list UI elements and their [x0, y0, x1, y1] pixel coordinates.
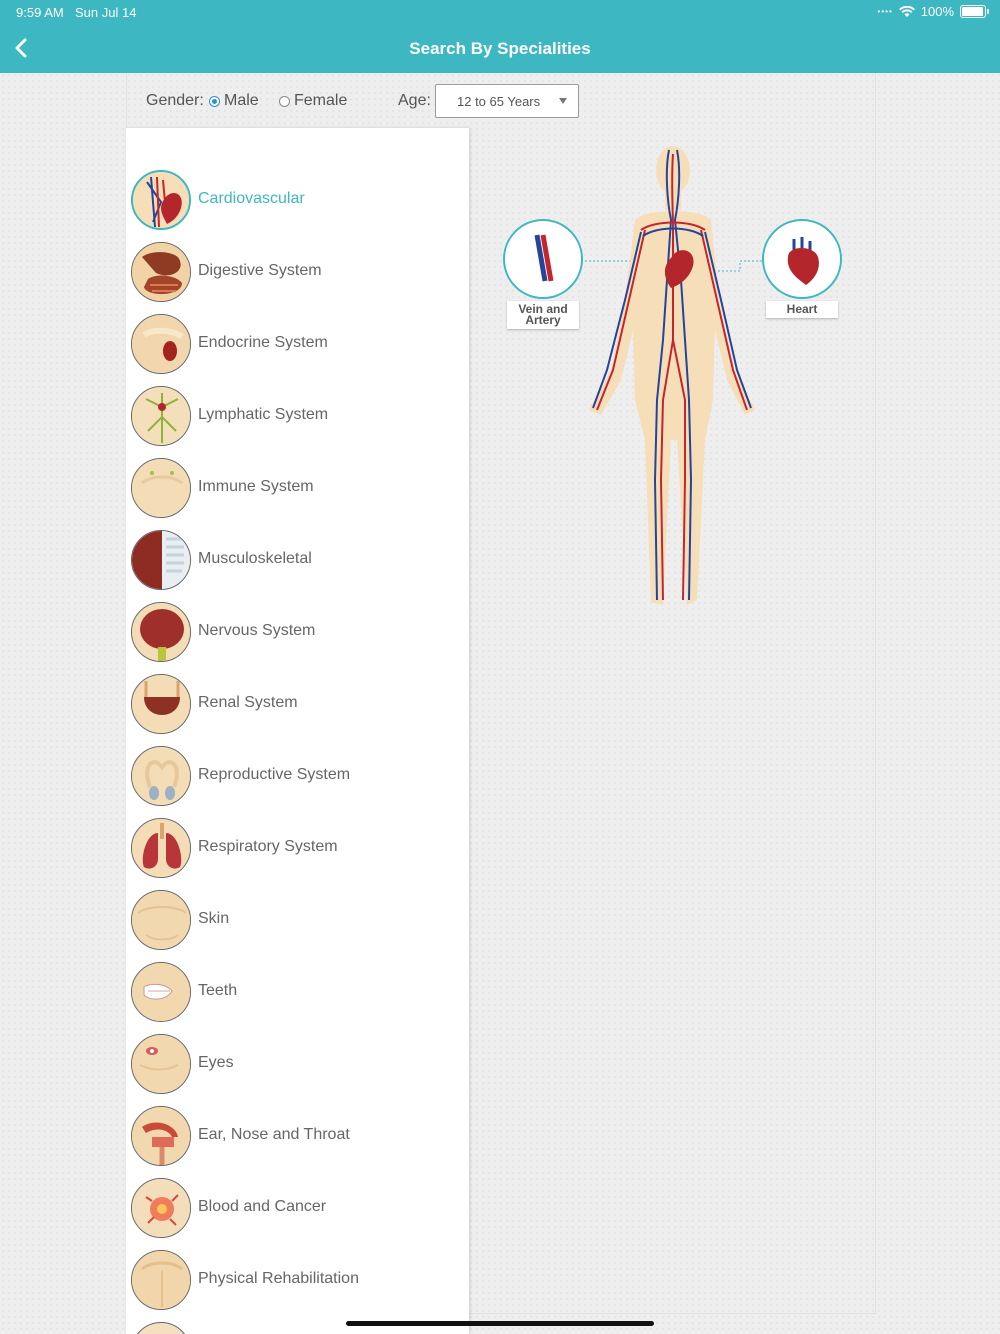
- age-dropdown[interactable]: 12 to 65 Years: [435, 84, 579, 118]
- callout-label: Vein and Artery: [507, 301, 579, 329]
- speciality-list: Cardiovascular Digestive System Endocrin…: [126, 128, 469, 1334]
- muscle-bone-icon: [131, 530, 191, 590]
- speciality-item-lymphatic[interactable]: Lymphatic System: [131, 386, 461, 452]
- skin-torso-icon: [131, 890, 191, 950]
- speciality-label: Blood and Cancer: [198, 1198, 327, 1215]
- speciality-item-blood-cancer[interactable]: Blood and Cancer: [131, 1178, 461, 1244]
- radio-unselected-icon[interactable]: [279, 95, 290, 107]
- wifi-icon: [898, 5, 915, 17]
- speciality-item-digestive[interactable]: Digestive System: [131, 242, 461, 308]
- speciality-label: Endocrine System: [198, 334, 328, 351]
- dropdown-caret-icon: [559, 98, 567, 104]
- ent-head-icon: [131, 1106, 191, 1166]
- gender-label: Gender:: [146, 92, 204, 109]
- speciality-label: Immune System: [198, 478, 314, 495]
- speciality-label: Renal System: [198, 694, 298, 711]
- callout-vein-artery[interactable]: Vein and Artery: [503, 219, 583, 329]
- lymph-nodes-icon: [131, 386, 191, 446]
- speciality-item-reproductive[interactable]: Reproductive System: [131, 746, 461, 812]
- gender-option-label: Male: [224, 92, 259, 109]
- status-bar: 9:59 AM Sun Jul 14 •••• 100%: [0, 0, 1000, 24]
- callout-label: Heart: [766, 301, 838, 318]
- speciality-item-skin[interactable]: Skin: [131, 890, 461, 956]
- speciality-label: Lymphatic System: [198, 406, 329, 423]
- speciality-label: Physical Rehabilitation: [198, 1270, 359, 1287]
- kidney-gland-icon: [131, 314, 191, 374]
- age-label: Age:: [398, 92, 431, 109]
- speciality-item-endocrine[interactable]: Endocrine System: [131, 314, 461, 380]
- battery-icon: [960, 5, 989, 18]
- speciality-label: Respiratory System: [198, 838, 338, 855]
- nav-bar: Search By Specialities: [0, 24, 1000, 73]
- gender-radio-female[interactable]: Female: [279, 92, 347, 110]
- teeth-icon: [131, 962, 191, 1022]
- speciality-item-physical-rehabilitation[interactable]: Physical Rehabilitation: [131, 1250, 461, 1316]
- callout-heart[interactable]: Heart: [762, 219, 842, 318]
- signal-dots-icon: ••••: [877, 7, 893, 16]
- gender-option-label: Female: [294, 92, 348, 109]
- heart-icon[interactable]: [762, 219, 842, 299]
- status-date: Sun Jul 14: [75, 5, 137, 20]
- speciality-item-teeth[interactable]: Teeth: [131, 962, 461, 1028]
- heart-vessels-icon: [131, 170, 191, 230]
- circulatory-body-diagram[interactable]: [585, 140, 760, 610]
- speciality-item-nervous[interactable]: Nervous System: [131, 602, 461, 668]
- speciality-item-immune[interactable]: Immune System: [131, 458, 461, 524]
- brain-icon: [131, 602, 191, 662]
- status-time: 9:59 AM: [16, 5, 64, 20]
- lungs-icon: [131, 818, 191, 878]
- status-right: •••• 100%: [877, 4, 989, 19]
- speciality-item-musculoskeletal[interactable]: Musculoskeletal: [131, 530, 461, 596]
- home-indicator[interactable]: [346, 1321, 654, 1326]
- speciality-label: Ear, Nose and Throat: [198, 1126, 350, 1143]
- speciality-item-eyes[interactable]: Eyes: [131, 1034, 461, 1100]
- speciality-label: Digestive System: [198, 262, 322, 279]
- speciality-item-renal[interactable]: Renal System: [131, 674, 461, 740]
- next-speciality-icon: [131, 1322, 191, 1334]
- cancer-cell-icon: [131, 1178, 191, 1238]
- speciality-label: Teeth: [198, 982, 238, 999]
- radio-selected-icon[interactable]: [209, 95, 220, 107]
- battery-percent: 100%: [920, 4, 954, 19]
- eye-face-icon: [131, 1034, 191, 1094]
- bladder-icon: [131, 674, 191, 734]
- age-dropdown-value: 12 to 65 Years: [457, 94, 541, 109]
- vein-artery-icon[interactable]: [503, 219, 583, 299]
- speciality-label: Musculoskeletal: [198, 550, 312, 567]
- torso-immune-icon: [131, 458, 191, 518]
- speciality-label: Cardiovascular: [198, 190, 305, 207]
- page-title: Search By Specialities: [409, 39, 591, 58]
- speciality-item-respiratory[interactable]: Respiratory System: [131, 818, 461, 884]
- stomach-icon: [131, 242, 191, 302]
- speciality-label: Reproductive System: [198, 766, 351, 783]
- speciality-label: Eyes: [198, 1054, 234, 1071]
- reproductive-icon: [131, 746, 191, 806]
- speciality-item-ent[interactable]: Ear, Nose and Throat: [131, 1106, 461, 1172]
- gender-radio-male[interactable]: Male: [209, 92, 259, 110]
- speciality-label: Skin: [198, 910, 230, 927]
- back-torso-icon: [131, 1250, 191, 1310]
- speciality-label: Nervous System: [198, 622, 316, 639]
- speciality-item-cardiovascular[interactable]: Cardiovascular: [131, 170, 461, 236]
